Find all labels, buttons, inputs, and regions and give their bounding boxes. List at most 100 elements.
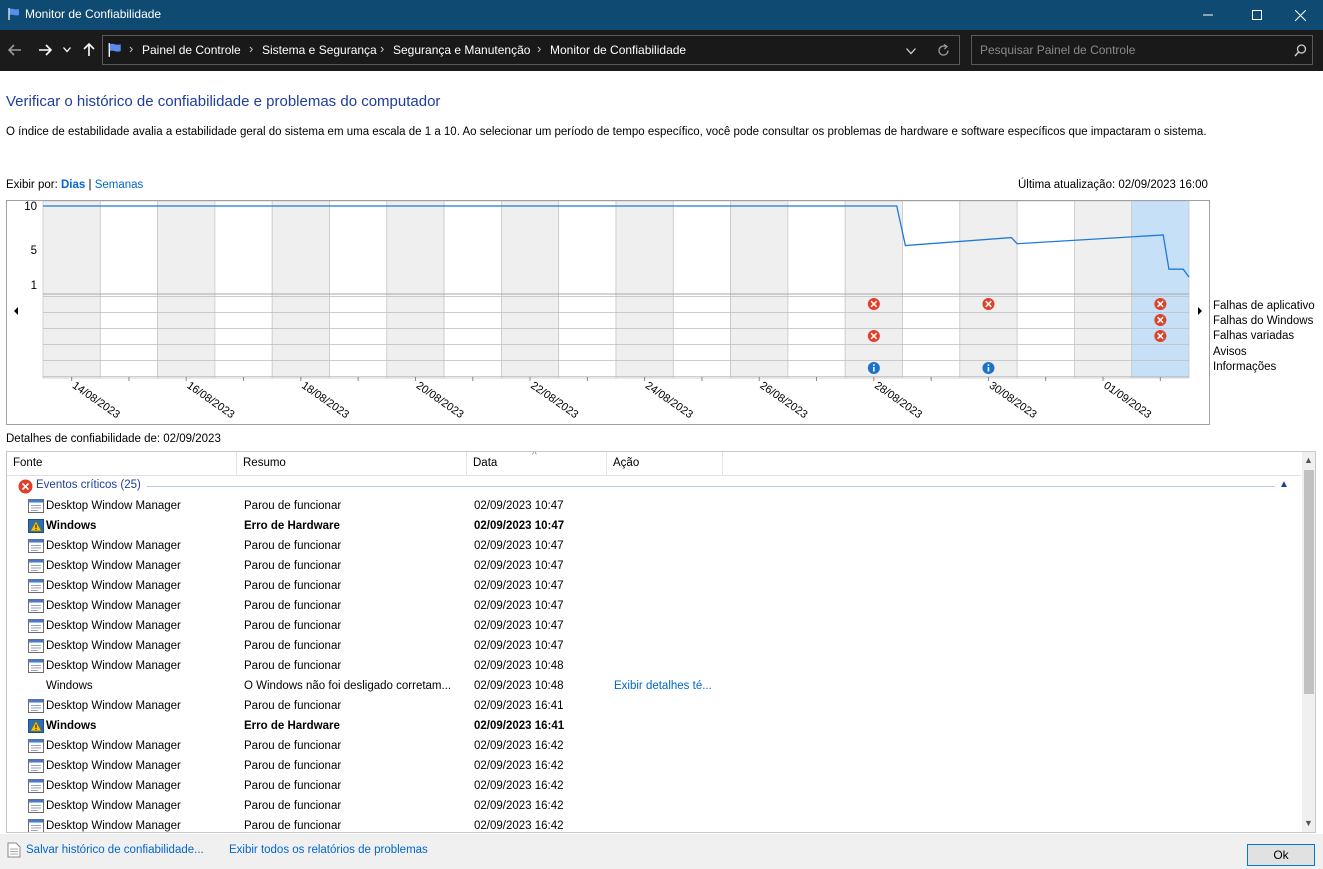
back-button[interactable] bbox=[6, 40, 24, 60]
critical-events-label: Eventos críticos (25) bbox=[36, 479, 141, 491]
footer-bar: Salvar histórico de confiabilidade... Ex… bbox=[0, 834, 1323, 869]
minimize-button[interactable] bbox=[1185, 0, 1231, 30]
table-row[interactable]: Desktop Window Manager Parou de funcionar… bbox=[7, 656, 1301, 676]
scroll-down-arrow-icon[interactable]: ▼ bbox=[1304, 818, 1313, 828]
search-input[interactable] bbox=[980, 42, 1280, 58]
group-divider bbox=[147, 486, 1275, 487]
breadcrumb-seguranca[interactable]: Segurança e Manutenção bbox=[393, 43, 530, 57]
column-header-source[interactable]: Fonte bbox=[7, 452, 237, 476]
table-row[interactable]: Windows Erro de Hardware 02/09/2023 16:41 bbox=[7, 716, 1301, 736]
app-window-icon bbox=[28, 759, 44, 773]
scroll-right-arrow-icon[interactable] bbox=[1198, 307, 1202, 315]
recent-locations-button[interactable] bbox=[60, 40, 74, 60]
source-cell: Desktop Window Manager bbox=[46, 540, 181, 552]
close-icon bbox=[1294, 9, 1306, 21]
app-window-icon bbox=[28, 639, 44, 653]
table-row[interactable]: Desktop Window Manager Parou de funcionar… bbox=[7, 816, 1301, 832]
summary-cell: Parou de funcionar bbox=[244, 780, 342, 792]
refresh-icon[interactable] bbox=[937, 44, 950, 57]
view-all-reports-link[interactable]: Exibir todos os relatórios de problemas bbox=[229, 844, 428, 856]
selected-day-column[interactable] bbox=[1131, 200, 1190, 379]
day-column bbox=[730, 200, 789, 379]
close-button[interactable] bbox=[1277, 0, 1323, 30]
table-row[interactable]: Windows Erro de Hardware 02/09/2023 10:47 bbox=[7, 516, 1301, 536]
date-cell: 02/09/2023 10:48 bbox=[474, 680, 564, 692]
breadcrumb-monitor[interactable]: Monitor de Confiabilidade bbox=[550, 43, 686, 57]
window-title: Monitor de Confiabilidade bbox=[25, 7, 162, 21]
x-tick-label: 14/08/2023 bbox=[70, 380, 122, 421]
search-box[interactable] bbox=[971, 35, 1313, 65]
reliability-details-table: Fonte Resumo Data Ação ^ Eventos crítico… bbox=[6, 451, 1316, 833]
column-header-date[interactable]: Data bbox=[467, 452, 607, 476]
x-tick-label: 24/08/2023 bbox=[643, 380, 695, 421]
source-cell: Desktop Window Manager bbox=[46, 500, 181, 512]
table-row[interactable]: Desktop Window Manager Parou de funcionar… bbox=[7, 756, 1301, 776]
table-row[interactable]: Desktop Window Manager Parou de funcionar… bbox=[7, 776, 1301, 796]
view-weeks-link[interactable]: Semanas bbox=[95, 179, 144, 191]
date-cell: 02/09/2023 10:47 bbox=[474, 620, 564, 632]
table-row[interactable]: Desktop Window Manager Parou de funcionar… bbox=[7, 576, 1301, 596]
minimize-icon bbox=[1203, 14, 1213, 16]
table-row[interactable]: Desktop Window Manager Parou de funcionar… bbox=[7, 556, 1301, 576]
view-separator: | bbox=[88, 179, 92, 191]
scroll-left-arrow-icon[interactable] bbox=[14, 307, 18, 315]
reliability-chart[interactable]: 10 5 1 14/08/2023 16/08/2023 18/08/2023 20/08/… bbox=[6, 200, 1210, 425]
app-window-icon bbox=[28, 779, 44, 793]
table-row[interactable]: Desktop Window Manager Parou de funcionar… bbox=[7, 696, 1301, 716]
chevron-up-icon[interactable]: ▲ bbox=[1279, 479, 1289, 490]
table-row[interactable]: Desktop Window Manager Parou de funcionar… bbox=[7, 536, 1301, 556]
day-column bbox=[329, 200, 388, 379]
search-icon[interactable] bbox=[1294, 44, 1307, 57]
chevron-down-icon[interactable] bbox=[906, 48, 916, 55]
maximize-button[interactable] bbox=[1234, 0, 1280, 30]
vertical-scrollbar[interactable]: ▲ ▼ bbox=[1302, 452, 1315, 832]
summary-cell: O Windows não foi desligado corretam... bbox=[244, 680, 452, 692]
critical-error-icon bbox=[18, 479, 33, 494]
date-cell: 02/09/2023 10:47 bbox=[474, 600, 564, 612]
forward-button[interactable] bbox=[36, 40, 54, 60]
app-window-icon bbox=[28, 739, 44, 753]
summary-cell: Erro de Hardware bbox=[244, 520, 340, 532]
date-cell: 02/09/2023 16:42 bbox=[474, 780, 564, 792]
date-cell: 02/09/2023 10:47 bbox=[474, 560, 564, 572]
critical-events-group[interactable]: Eventos críticos (25) ▲ bbox=[7, 476, 1301, 496]
summary-cell: Parou de funcionar bbox=[244, 800, 342, 812]
summary-cell: Parou de funcionar bbox=[244, 820, 342, 832]
breadcrumb-sistema[interactable]: Sistema e Segurança bbox=[262, 43, 377, 57]
summary-cell: Parou de funcionar bbox=[244, 640, 342, 652]
date-cell: 02/09/2023 10:48 bbox=[474, 660, 564, 672]
table-row[interactable]: Desktop Window Manager Parou de funcionar… bbox=[7, 616, 1301, 636]
row-label-app-failures: Falhas de aplicativo bbox=[1213, 300, 1315, 312]
action-link[interactable]: Exibir detalhes té... bbox=[614, 680, 712, 692]
save-history-link[interactable]: Salvar histórico de confiabilidade... bbox=[26, 844, 204, 856]
date-cell: 02/09/2023 10:47 bbox=[474, 640, 564, 652]
table-row[interactable]: Desktop Window Manager Parou de funcionar… bbox=[7, 796, 1301, 816]
table-row[interactable]: Desktop Window Manager Parou de funcionar… bbox=[7, 496, 1301, 516]
scrollbar-thumb[interactable] bbox=[1304, 470, 1314, 694]
ok-button[interactable]: Ok bbox=[1247, 844, 1315, 866]
reliability-chart-svg[interactable]: 10 5 1 14/08/2023 16/08/2023 18/08/2023 20/08/… bbox=[7, 200, 1209, 424]
navigation-bar: › Painel de Controle › Sistema e Seguran… bbox=[0, 30, 1323, 71]
day-column bbox=[42, 200, 101, 379]
page-title: Verificar o histórico de confiabilidade … bbox=[6, 93, 441, 110]
column-header-action[interactable]: Ação bbox=[607, 452, 723, 476]
view-days-link[interactable]: Dias bbox=[61, 179, 85, 191]
source-cell: Desktop Window Manager bbox=[46, 780, 181, 792]
table-row[interactable]: Desktop Window Manager Parou de funcionar… bbox=[7, 636, 1301, 656]
source-cell: Desktop Window Manager bbox=[46, 560, 181, 572]
table-row[interactable]: Desktop Window Manager Parou de funcionar… bbox=[7, 736, 1301, 756]
address-bar[interactable]: › Painel de Controle › Sistema e Seguran… bbox=[102, 35, 960, 65]
table-row[interactable]: Windows O Windows não foi desligado corre… bbox=[7, 676, 1301, 696]
windows-warning-icon bbox=[28, 519, 44, 533]
details-label: Detalhes de confiabilidade de: 02/09/202… bbox=[6, 433, 221, 445]
row-label-misc-failures: Falhas variadas bbox=[1213, 330, 1295, 343]
up-button[interactable] bbox=[80, 40, 98, 60]
windows-warning-icon bbox=[28, 719, 44, 733]
date-cell: 02/09/2023 16:42 bbox=[474, 740, 564, 752]
column-header-summary[interactable]: Resumo bbox=[237, 452, 467, 476]
day-column bbox=[443, 200, 502, 379]
scroll-up-arrow-icon[interactable]: ▲ bbox=[1304, 455, 1313, 465]
table-row[interactable]: Desktop Window Manager Parou de funcionar… bbox=[7, 596, 1301, 616]
chevron-right-icon: › bbox=[249, 41, 254, 56]
breadcrumb-painel[interactable]: Painel de Controle bbox=[142, 43, 241, 57]
